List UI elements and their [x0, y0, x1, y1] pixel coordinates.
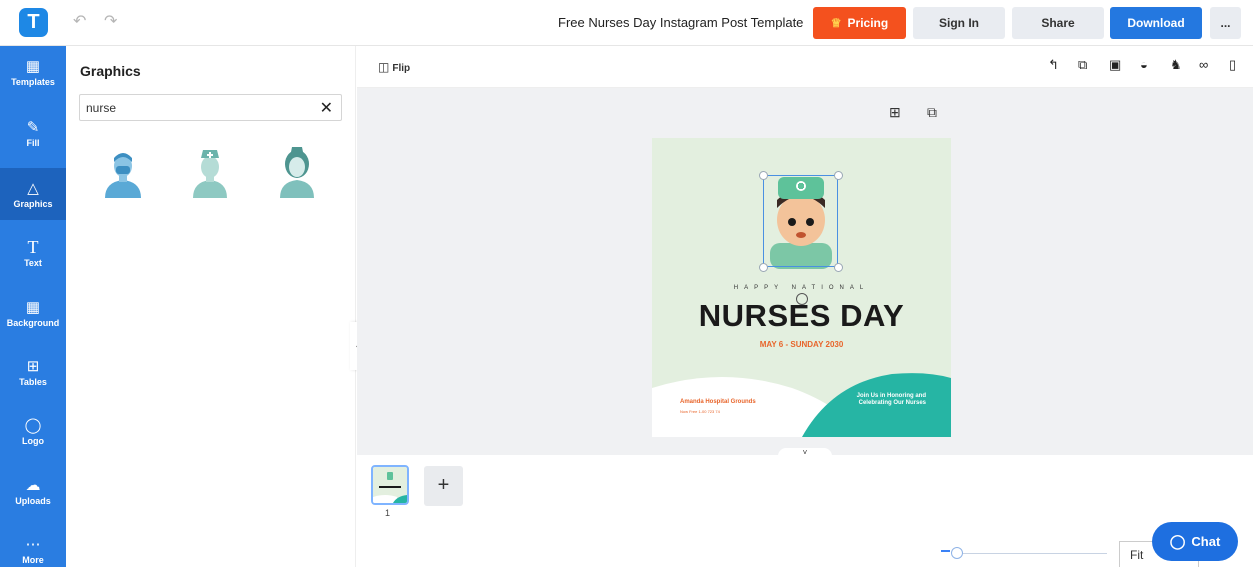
document-title[interactable]: Free Nurses Day Instagram Post Template [558, 15, 803, 30]
more-icon: ⋯ [25, 536, 41, 553]
undo-icon[interactable]: ↶ [73, 11, 86, 31]
add-element-icon[interactable]: ⊞ [889, 104, 901, 121]
pencil-icon: ✎ [26, 119, 40, 136]
resize-handle-tl[interactable] [759, 171, 768, 180]
sidebar-item-uploads[interactable]: ☁ Uploads [0, 465, 66, 517]
design-phone[interactable]: Now Free 1-00 723 74 [680, 409, 720, 414]
app-logo[interactable]: T [19, 8, 48, 37]
logo-icon: ◯ [24, 417, 42, 434]
sidebar-item-tables[interactable]: ⊞ Tables [0, 346, 66, 398]
sidebar-item-templates[interactable]: ▦ Templates [0, 46, 66, 98]
selection-box[interactable] [763, 175, 838, 267]
pricing-button[interactable]: ♕ Pricing [813, 7, 906, 39]
search-input[interactable] [86, 99, 306, 117]
sign-in-button[interactable]: Sign In [913, 7, 1005, 39]
sidebar-item-text[interactable]: T Text [0, 227, 66, 279]
flip-button[interactable]: ◫ Flip [378, 60, 410, 74]
shapes-icon: △ [27, 180, 39, 197]
trash-icon[interactable]: ▯ [1229, 57, 1236, 73]
sidebar-item-logo[interactable]: ◯ Logo [0, 405, 66, 457]
rotate-handle[interactable] [796, 293, 808, 305]
redo-icon[interactable]: ↷ [104, 11, 117, 31]
copy-icon[interactable]: ⧉ [1078, 57, 1087, 73]
sidebar-item-more[interactable]: ⋯ More [0, 524, 66, 576]
opacity-icon[interactable]: ◒ [1140, 57, 1148, 72]
design-join-text[interactable]: Join Us in Honoring and Celebrating Our … [848, 393, 926, 407]
sidebar-item-fill[interactable]: ✎ Fill [0, 107, 66, 159]
more-options-button[interactable]: ... [1210, 7, 1241, 39]
page-thumbnail[interactable] [371, 465, 409, 505]
female-nurse-graphic[interactable] [275, 146, 319, 198]
share-button[interactable]: Share [1012, 7, 1104, 39]
add-page-button[interactable]: + [424, 466, 463, 506]
left-sidebar: ▦ Templates ✎ Fill △ Graphics T Text ▦ B… [0, 46, 66, 567]
duplicate-page-icon[interactable]: ⧉ [927, 104, 937, 121]
link-icon[interactable]: ∞ [1199, 57, 1208, 72]
upload-icon: ☁ [25, 477, 41, 494]
flip-icon: ◫ [378, 60, 390, 74]
nurse-cap-graphic[interactable] [188, 146, 232, 198]
clear-search-icon[interactable]: ✕ [320, 98, 333, 118]
design-subtitle[interactable]: HAPPY NATIONAL [652, 285, 951, 291]
resize-handle-bl[interactable] [759, 263, 768, 272]
panel-title: Graphics [80, 63, 141, 79]
canvas-toolbar: ◫ Flip ↰ ⧉ ▣ ◒ ♞ ∞ ▯ [357, 46, 1253, 88]
design-card[interactable]: HAPPY NATIONAL NURSES DAY MAY 6 - SUNDAY… [652, 138, 951, 437]
design-hospital[interactable]: Amanda Hospital Grounds [680, 399, 756, 405]
resize-handle-br[interactable] [834, 263, 843, 272]
layer-icon[interactable]: ▣ [1109, 57, 1121, 73]
text-icon: T [27, 237, 39, 257]
page-number: 1 [385, 508, 391, 518]
download-button[interactable]: Download [1110, 7, 1202, 39]
templates-icon: ▦ [25, 58, 41, 75]
chat-button[interactable]: ◯ Chat [1152, 522, 1238, 561]
search-box: ✕ [79, 94, 342, 121]
zoom-out-icon[interactable] [941, 550, 950, 552]
crown-icon: ♕ [830, 16, 842, 30]
page-thumbnail-preview [373, 467, 407, 503]
chat-bubble-icon: ◯ [1169, 533, 1186, 549]
design-date[interactable]: MAY 6 - SUNDAY 2030 [652, 340, 951, 349]
top-bar: T ↶ ↷ Free Nurses Day Instagram Post Tem… [0, 0, 1253, 46]
graphics-panel: Graphics ✕ [66, 46, 356, 567]
sidebar-item-graphics[interactable]: △ Graphics [0, 168, 66, 220]
zoom-slider[interactable] [962, 553, 1107, 554]
pin-icon[interactable]: ♞ [1170, 57, 1182, 73]
male-nurse-graphic[interactable] [101, 146, 145, 198]
canvas-workspace: ⊞ ⧉ HAPPY NATIONAL NURSES DAY MAY 6 - SU… [357, 88, 1253, 458]
table-icon: ⊞ [26, 358, 40, 375]
background-icon: ▦ [25, 299, 41, 316]
sidebar-item-background[interactable]: ▦ Background [0, 287, 66, 339]
zoom-slider-knob[interactable] [951, 547, 963, 559]
paint-roller-icon[interactable]: ↰ [1048, 57, 1059, 73]
collapse-pages-button[interactable]: ˅ [778, 448, 832, 458]
resize-handle-tr[interactable] [834, 171, 843, 180]
